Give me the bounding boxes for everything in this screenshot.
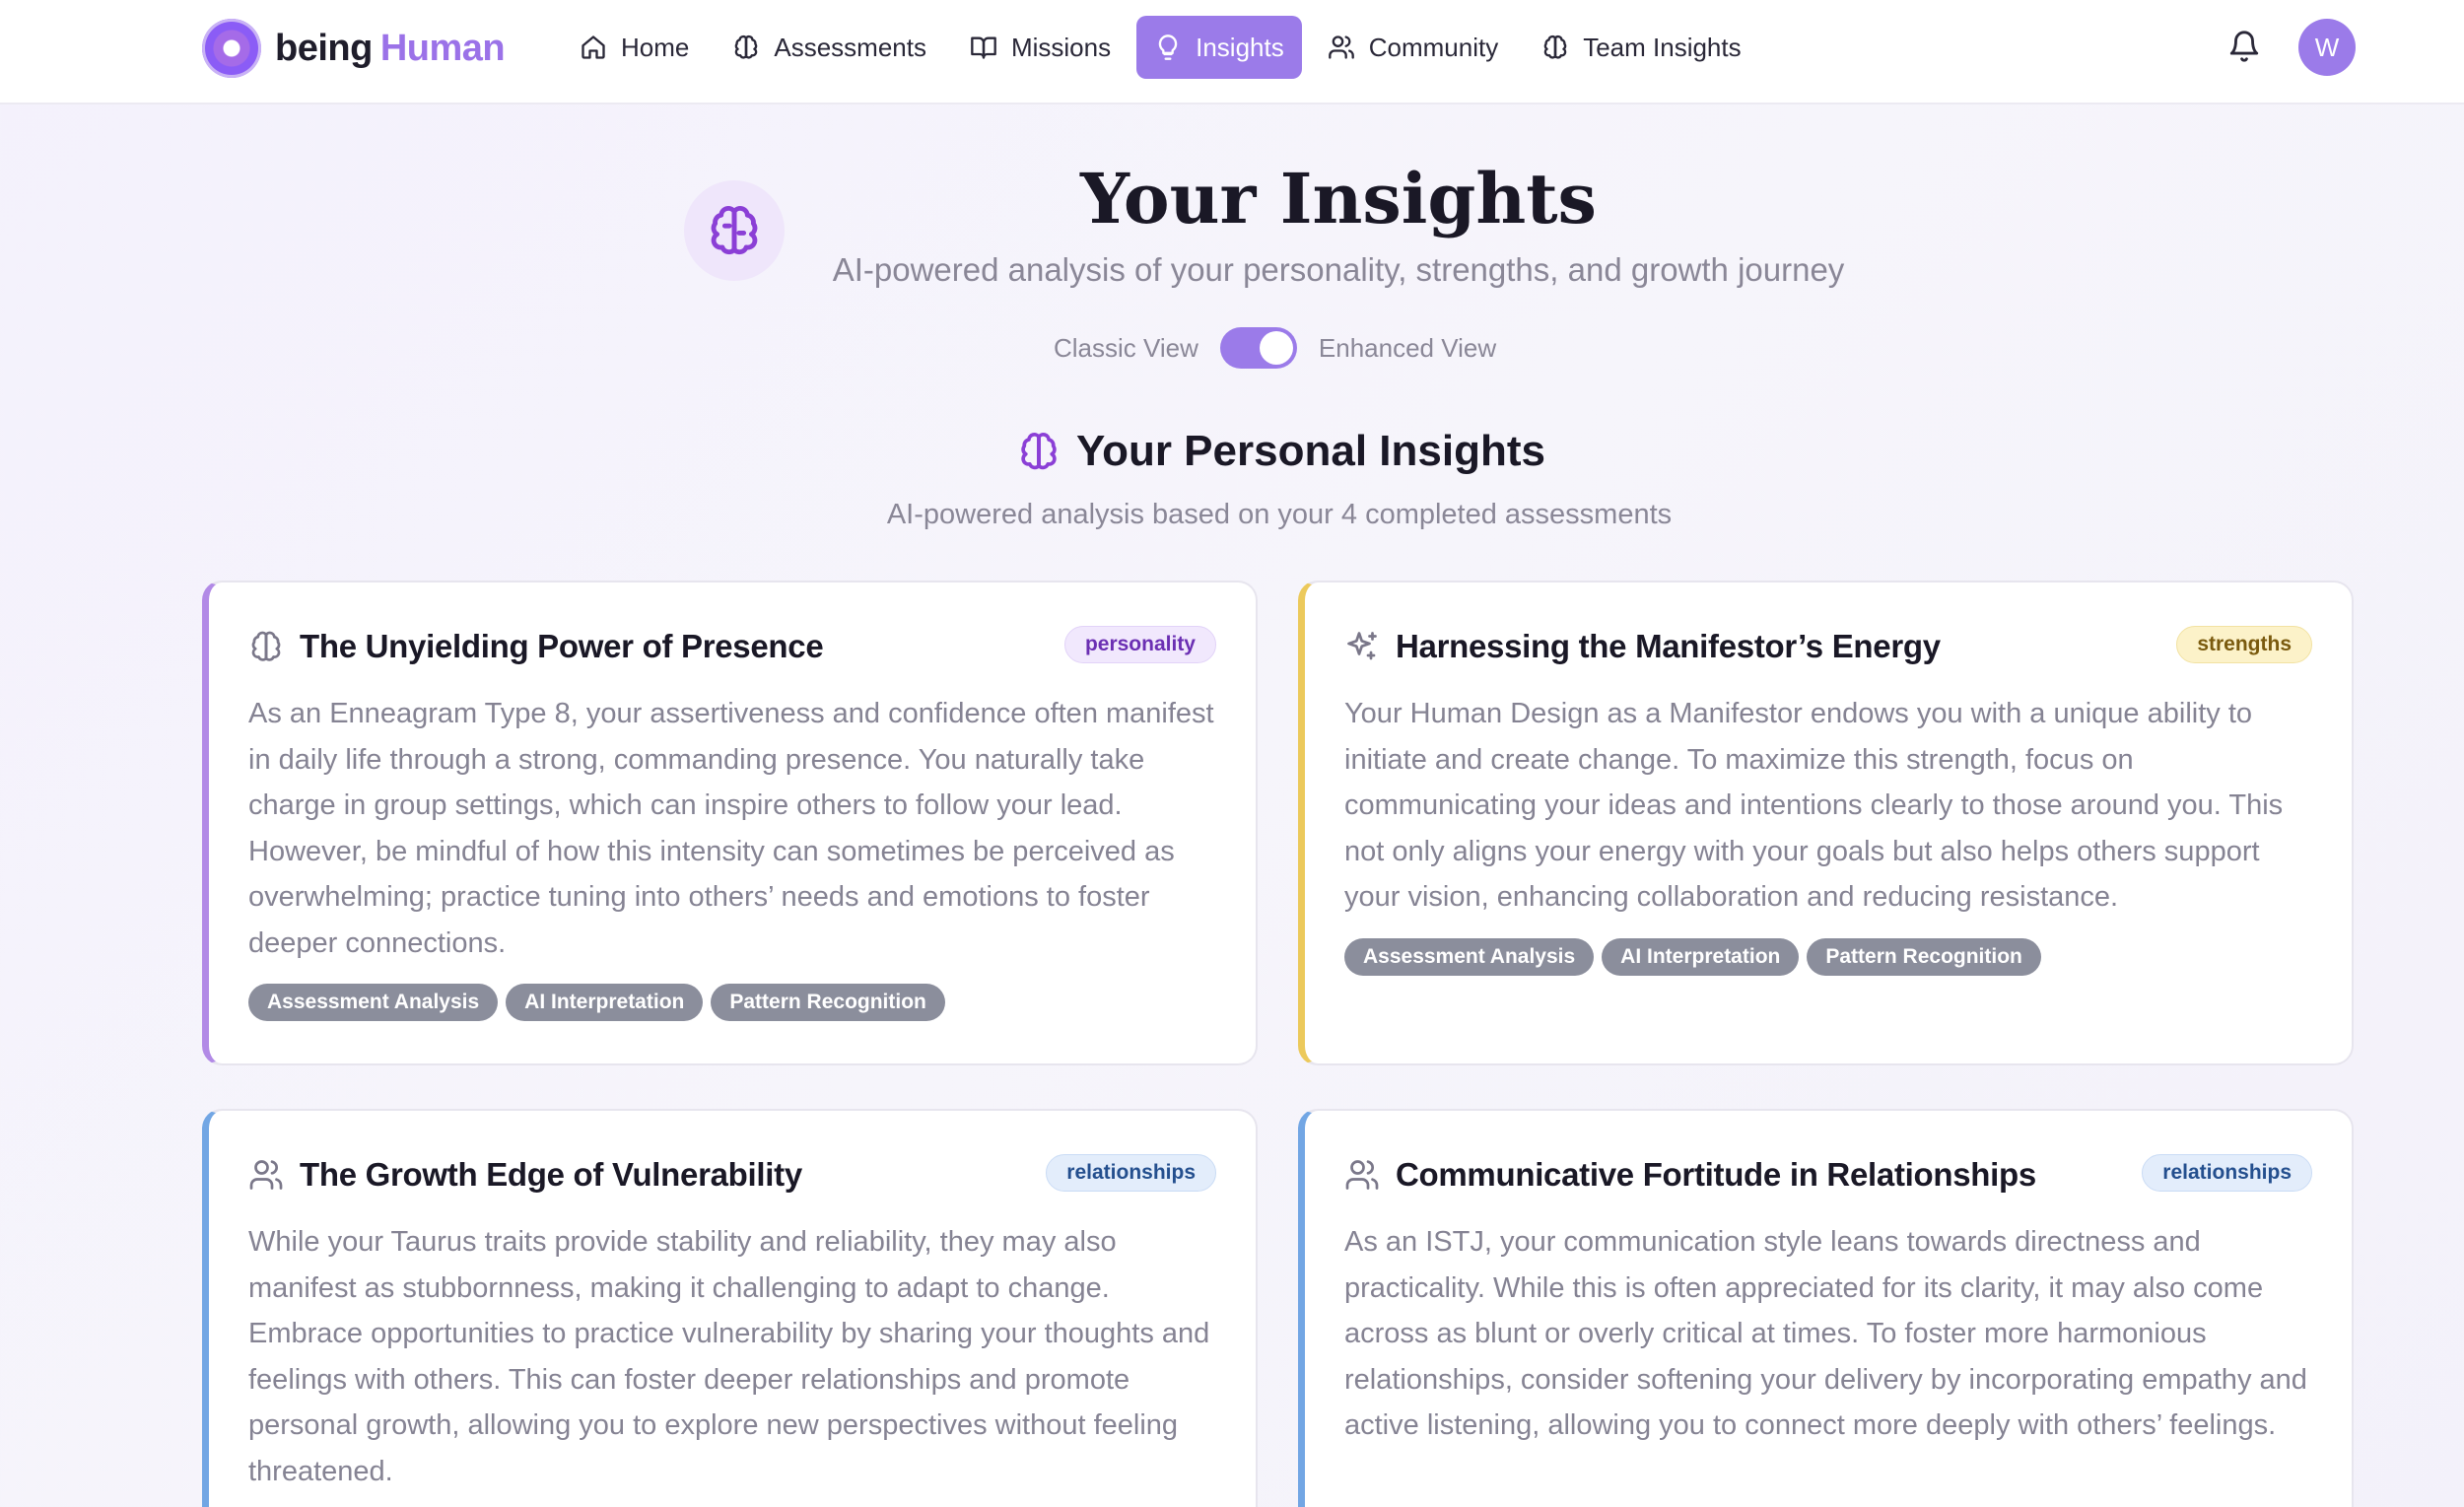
tag-chip: AI Interpretation (1602, 938, 1800, 976)
home-icon (582, 35, 605, 59)
nav-label: Missions (1010, 32, 1112, 62)
card-tags: Assessment Analysis AI Interpretation Pa… (1344, 938, 2049, 976)
category-badge: personality (1063, 626, 1216, 663)
nav-item-home[interactable]: Home (562, 16, 707, 79)
brand-word-2: Human (379, 27, 506, 69)
brand-word-1: being (275, 27, 373, 69)
brain-icon (251, 631, 281, 661)
card-body: As an ISTJ, your communication style lea… (1344, 1226, 2307, 1441)
insight-card[interactable]: Communicative Fortitude in Relationships… (1298, 1109, 2354, 1507)
brain-icon (735, 34, 758, 59)
users-icon (249, 1160, 283, 1190)
insight-card[interactable]: The Growth Edge of Vulnerability relatio… (202, 1109, 1258, 1507)
tag-chip: Assessment Analysis (1344, 938, 1595, 976)
nav-label: Team Insights (1583, 32, 1742, 62)
nav-item-insights[interactable]: Insights (1136, 16, 1302, 79)
nav-label: Insights (1196, 32, 1284, 62)
section-subtitle: AI-powered analysis based on your 4 comp… (886, 499, 1673, 530)
nav-item-missions[interactable]: Missions (952, 16, 1129, 79)
card-body: As an Enneagram Type 8, your assertivene… (248, 698, 1214, 959)
enhanced-view-label[interactable]: Enhanced View (1319, 333, 1496, 364)
card-header: Harnessing the Manifestor’s Energy (1344, 622, 2312, 671)
nav-label: Home (621, 32, 690, 62)
page-title: Your Insights (1080, 158, 1597, 240)
view-mode-switch[interactable] (1219, 327, 1297, 369)
top-navigation-bar: being Human Home Assessments Missions Ins… (0, 0, 2464, 104)
section-title: Your Personal Insights (1017, 426, 1545, 477)
classic-view-label[interactable]: Classic View (1054, 333, 1198, 364)
card-body: Your Human Design as a Manifestor endows… (1344, 698, 2284, 913)
nav-item-assessments[interactable]: Assessments (715, 16, 944, 79)
category-badge: strengths (2176, 626, 2312, 663)
nav-item-team-insights[interactable]: Team Insights (1524, 16, 1758, 79)
nav-label: Assessments (774, 32, 926, 62)
user-avatar[interactable]: W (2298, 19, 2356, 76)
page-subtitle: AI-powered analysis of your personality,… (832, 251, 1845, 288)
card-tags: Assessment Analysis AI Interpretation Pa… (248, 984, 953, 1021)
brain-icon (1021, 433, 1057, 470)
brand-name: being Human (275, 27, 506, 70)
tag-chip: AI Interpretation (506, 984, 704, 1021)
section-title-text: Your Personal Insights (1076, 427, 1545, 475)
insight-card[interactable]: Harnessing the Manifestor’s Energy stren… (1298, 581, 2354, 1065)
card-title: Communicative Fortitude in Relationships (1396, 1156, 2036, 1193)
card-title: Harnessing the Manifestor’s Energy (1396, 628, 1941, 664)
brand-logo-link[interactable]: being Human (202, 19, 506, 78)
users-icon (1345, 1160, 1379, 1190)
category-badge: relationships (1046, 1154, 1216, 1192)
card-body: While your Taurus traits provide stabili… (248, 1226, 1210, 1487)
insight-card[interactable]: The Unyielding Power of Presence persona… (202, 581, 1258, 1065)
nav-item-community[interactable]: Community (1310, 16, 1516, 79)
switch-knob (1259, 331, 1293, 365)
lightbulb-icon (1158, 34, 1178, 60)
notification-bell-icon[interactable] (2227, 30, 2261, 63)
users-icon (1328, 35, 1354, 59)
view-toggle-row: Classic View Enhanced View (1054, 325, 1496, 371)
tag-chip: Pattern Recognition (1807, 938, 2041, 976)
sparkles-icon (1347, 632, 1377, 660)
category-badge: relationships (2142, 1154, 2312, 1192)
card-title: The Unyielding Power of Presence (300, 628, 824, 664)
card-title: The Growth Edge of Vulnerability (300, 1156, 802, 1193)
brand-logo-icon (202, 19, 261, 78)
tag-chip: Assessment Analysis (248, 984, 499, 1021)
nav-label: Community (1368, 32, 1499, 62)
brain-icon (1543, 34, 1567, 59)
book-icon (971, 36, 996, 59)
tag-chip: Pattern Recognition (711, 984, 945, 1021)
main-nav: Home Assessments Missions Insights Commu… (562, 16, 1767, 79)
